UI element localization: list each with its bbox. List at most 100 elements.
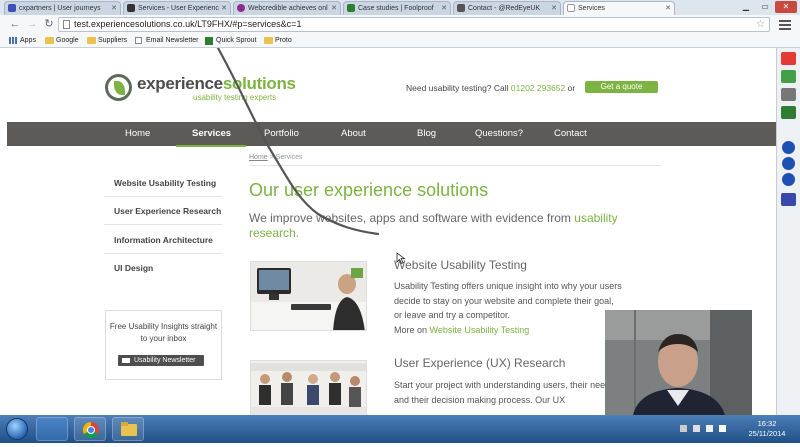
- breadcrumb: Home > Services: [249, 154, 303, 161]
- browser-tab[interactable]: cxpartners | User journeys ✕: [4, 1, 121, 15]
- webcam-overlay: [605, 310, 752, 415]
- sidebar-divider: [104, 196, 222, 197]
- tab-favicon: [127, 4, 135, 12]
- qs-icon: [205, 37, 213, 45]
- contact-line: Need usability testing? Call 01202 29365…: [406, 83, 575, 93]
- section-title: User Experience (UX) Research: [394, 356, 566, 370]
- side-toolbar: [776, 48, 800, 415]
- site-logo[interactable]: experiencesolutions usability testing ex…: [105, 74, 296, 108]
- more-on-usability-testing-link[interactable]: Website Usability Testing: [430, 325, 530, 335]
- folder-icon: [87, 37, 96, 44]
- phone-number[interactable]: 01202 293652: [511, 83, 565, 93]
- volume-icon[interactable]: [719, 425, 726, 432]
- tool-button[interactable]: [781, 193, 796, 206]
- nav-about[interactable]: About: [341, 122, 366, 146]
- nav-home[interactable]: Home: [125, 122, 150, 146]
- tray-icon[interactable]: [693, 425, 700, 432]
- close-icon[interactable]: ✕: [441, 2, 447, 15]
- tool-button[interactable]: [781, 106, 796, 119]
- tray-icon[interactable]: [680, 425, 687, 432]
- maximize-button[interactable]: ▭: [756, 1, 774, 13]
- page-icon: [135, 37, 142, 44]
- sidebar-item-usability-testing[interactable]: Website Usability Testing: [114, 178, 216, 188]
- get-a-quote-button[interactable]: Get a quote: [585, 81, 658, 93]
- bookmark-suppliers[interactable]: Suppliers: [87, 35, 127, 47]
- nav-blog[interactable]: Blog: [417, 122, 436, 146]
- tool-button[interactable]: [781, 52, 796, 65]
- sidebar-item-ux-research[interactable]: User Experience Research: [114, 206, 221, 216]
- close-icon[interactable]: ✕: [665, 2, 671, 15]
- logo-tagline: usability testing experts: [193, 93, 277, 102]
- browser-tab-active[interactable]: Services ✕: [563, 1, 675, 15]
- menu-icon[interactable]: [778, 18, 792, 31]
- tool-button[interactable]: [782, 141, 795, 154]
- browser-toolbar: ← → ↻ test.experiencesolutions.co.uk/LT9…: [0, 15, 800, 34]
- breadcrumb-home[interactable]: Home: [249, 154, 268, 161]
- close-icon[interactable]: ✕: [221, 2, 227, 15]
- bookmark-label: Google: [56, 37, 79, 44]
- close-window-button[interactable]: ✕: [775, 1, 797, 13]
- tab-label: Case studies | Foolproof: [358, 5, 434, 12]
- tab-label: Services - User Experienc: [138, 5, 219, 12]
- bookmark-label: Proto: [275, 37, 292, 44]
- logo-word-experience: experience: [137, 74, 223, 93]
- bookmark-apps[interactable]: Apps: [9, 35, 36, 47]
- bookmark-quick-sprout[interactable]: Quick Sprout: [205, 35, 256, 47]
- contact-prefix: Need usability testing? Call: [406, 83, 511, 93]
- tool-button[interactable]: [782, 173, 795, 186]
- windows-start-icon[interactable]: [6, 418, 28, 440]
- taskbar-ie-icon[interactable]: [36, 417, 68, 441]
- usability-newsletter-button[interactable]: Usability Newsletter: [118, 355, 204, 366]
- intro-text: We improve websites, apps and software w…: [249, 211, 649, 241]
- logo-word-solutions: solutions: [222, 74, 296, 93]
- photo-illustration: [251, 262, 366, 330]
- newsletter-box: Free Usability Insights straight to your…: [105, 310, 222, 380]
- browser-tab[interactable]: Services - User Experienc ✕: [123, 1, 231, 15]
- bookmark-email-newsletter[interactable]: Email Newsletter: [135, 35, 199, 47]
- clock-date: 25/11/2014: [748, 429, 786, 438]
- sidebar-item-ui-design[interactable]: UI Design: [114, 263, 153, 273]
- nav-questions[interactable]: Questions?: [475, 122, 523, 146]
- tab-favicon: [457, 4, 465, 12]
- sidebar-item-information-architecture[interactable]: Information Architecture: [114, 235, 213, 245]
- contact-or: or: [565, 83, 576, 93]
- folder-icon: [45, 37, 54, 44]
- forward-button[interactable]: →: [25, 17, 39, 31]
- newsletter-button-label: Usability Newsletter: [134, 357, 196, 364]
- back-button[interactable]: ←: [8, 17, 22, 31]
- folder-icon: [121, 422, 137, 436]
- bookmark-google[interactable]: Google: [45, 35, 79, 47]
- main-nav: Home Services Portfolio About Blog Quest…: [7, 122, 776, 146]
- taskbar-app-icon[interactable]: [112, 417, 144, 441]
- clock-time: 16:32: [757, 419, 777, 428]
- address-bar[interactable]: test.experiencesolutions.co.uk/LT9FHX/#p…: [58, 17, 770, 32]
- close-icon[interactable]: ✕: [331, 2, 337, 15]
- tool-button[interactable]: [781, 70, 796, 83]
- nav-contact[interactable]: Contact: [554, 122, 587, 146]
- bookmark-proto[interactable]: Proto: [264, 35, 292, 47]
- browser-tab[interactable]: Contact - @RedEyeUK ✕: [453, 1, 561, 15]
- page-icon: [63, 20, 70, 29]
- close-icon[interactable]: ✕: [111, 2, 117, 15]
- tab-label: Contact - @RedEyeUK: [468, 5, 541, 12]
- usability-testing-photo: [250, 261, 367, 331]
- tab-favicon: [347, 4, 355, 12]
- browser-tab[interactable]: Webcredible achieves onl ✕: [233, 1, 341, 15]
- reload-button[interactable]: ↻: [42, 17, 56, 31]
- tool-button[interactable]: [782, 157, 795, 170]
- network-icon[interactable]: [706, 425, 713, 432]
- taskbar-chrome-icon[interactable]: [74, 417, 106, 441]
- bookmark-label: Email Newsletter: [146, 37, 199, 44]
- close-icon[interactable]: ✕: [551, 2, 557, 15]
- system-clock[interactable]: 16:32 25/11/2014: [745, 419, 789, 439]
- divider: [249, 165, 661, 166]
- minimize-button[interactable]: ▁: [737, 1, 755, 13]
- page-title: Our user experience solutions: [249, 180, 489, 200]
- nav-portfolio[interactable]: Portfolio: [264, 122, 299, 146]
- nav-services[interactable]: Services: [192, 122, 231, 146]
- bookmark-star-icon[interactable]: ☆: [756, 18, 765, 31]
- webcam-video: [605, 310, 752, 415]
- newsletter-text: Free Usability Insights straight to your…: [109, 322, 218, 343]
- tool-button[interactable]: [781, 88, 796, 101]
- browser-tab[interactable]: Case studies | Foolproof ✕: [343, 1, 451, 15]
